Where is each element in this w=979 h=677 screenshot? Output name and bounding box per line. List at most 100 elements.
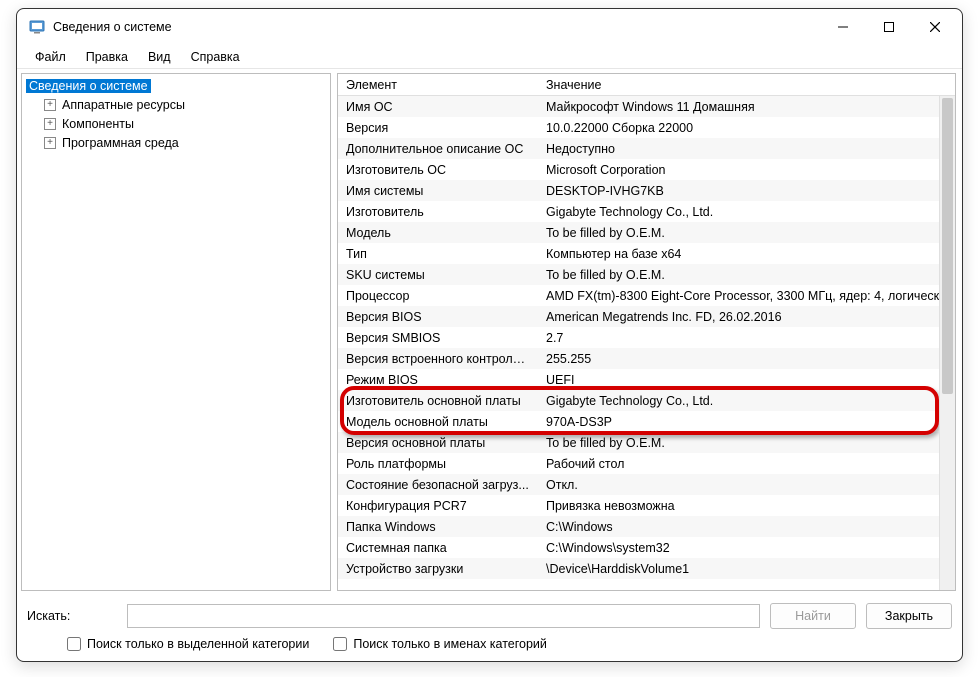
cell-value: Откл. [538,478,955,492]
menu-file[interactable]: Файл [25,48,76,66]
list-row[interactable]: Версия встроенного контролл...255.255 [338,348,955,369]
checkbox-selected-category-input[interactable] [67,637,81,651]
cell-value: UEFI [538,373,955,387]
cell-element: Системная папка [338,541,538,555]
menubar: Файл Правка Вид Справка [17,45,962,69]
plus-icon[interactable]: + [44,99,56,111]
list-row[interactable]: Роль платформыРабочий стол [338,453,955,474]
list-row[interactable]: Версия10.0.22000 Сборка 22000 [338,117,955,138]
find-button[interactable]: Найти [770,603,856,629]
list-row[interactable]: Имя ОСМайкрософт Windows 11 Домашняя [338,96,955,117]
menu-edit[interactable]: Правка [76,48,138,66]
list-row[interactable]: ПроцессорAMD FX(tm)-8300 Eight-Core Proc… [338,285,955,306]
list-row[interactable]: Модель основной платы970A-DS3P [338,411,955,432]
cell-value: Привязка невозможна [538,499,955,513]
titlebar[interactable]: Сведения о системе [17,9,962,45]
cell-element: Изготовитель ОС [338,163,538,177]
cell-element: Версия основной платы [338,436,538,450]
list-row[interactable]: Состояние безопасной загруз...Откл. [338,474,955,495]
cell-element: Версия встроенного контролл... [338,352,538,366]
list-row[interactable]: Изготовитель основной платыGigabyte Tech… [338,390,955,411]
cell-element: Процессор [338,289,538,303]
checkbox-names-only-input[interactable] [333,637,347,651]
search-input[interactable] [127,604,760,628]
tree-node[interactable]: + Программная среда [22,133,330,152]
app-window: Сведения о системе Файл Правка Вид Справ… [16,8,963,662]
cell-element: Имя ОС [338,100,538,114]
column-value[interactable]: Значение [538,74,955,95]
list-row[interactable]: Папка WindowsC:\Windows [338,516,955,537]
list-row[interactable]: Версия SMBIOS2.7 [338,327,955,348]
cell-value: Недоступно [538,142,955,156]
list-row[interactable]: SKU системыTo be filled by O.E.M. [338,264,955,285]
checkbox-selected-category[interactable]: Поиск только в выделенной категории [67,637,309,651]
close-search-button[interactable]: Закрыть [866,603,952,629]
tree-root-label: Сведения о системе [26,79,151,93]
cell-element: Изготовитель [338,205,538,219]
list-row[interactable]: ИзготовительGigabyte Technology Co., Ltd… [338,201,955,222]
column-element[interactable]: Элемент [338,74,538,95]
cell-element: Версия SMBIOS [338,331,538,345]
cell-value: AMD FX(tm)-8300 Eight-Core Processor, 33… [538,289,955,303]
list-row[interactable]: Изготовитель ОСMicrosoft Corporation [338,159,955,180]
cell-value: Компьютер на базе x64 [538,247,955,261]
close-button[interactable] [912,11,958,43]
footer: Искать: Найти Закрыть Поиск только в выд… [17,595,962,661]
list-row[interactable]: Версия BIOSAmerican Megatrends Inc. FD, … [338,306,955,327]
scrollbar-thumb[interactable] [942,98,953,394]
plus-icon[interactable]: + [44,118,56,130]
window-title: Сведения о системе [53,20,172,34]
navigation-tree[interactable]: Сведения о системе + Аппаратные ресурсы +К… [21,73,331,591]
cell-value: Майкрософт Windows 11 Домашняя [538,100,955,114]
list-row[interactable]: Конфигурация PCR7Привязка невозможна [338,495,955,516]
cell-value: To be filled by O.E.M. [538,226,955,240]
list-row[interactable]: Имя системыDESKTOP-IVHG7KB [338,180,955,201]
list-row[interactable]: Дополнительное описание ОСНедоступно [338,138,955,159]
cell-value: To be filled by O.E.M. [538,436,955,450]
list-row[interactable]: Режим BIOSUEFI [338,369,955,390]
search-label: Искать: [27,609,117,623]
cell-element: Конфигурация PCR7 [338,499,538,513]
cell-value: American Megatrends Inc. FD, 26.02.2016 [538,310,955,324]
cell-value: 2.7 [538,331,955,345]
list-row[interactable]: МодельTo be filled by O.E.M. [338,222,955,243]
tree-node[interactable]: + Аппаратные ресурсы [22,95,330,114]
list-body[interactable]: Имя ОСМайкрософт Windows 11 ДомашняяВерс… [338,96,955,590]
cell-value: 970A-DS3P [538,415,955,429]
cell-value: DESKTOP-IVHG7KB [538,184,955,198]
list-row[interactable]: Системная папкаC:\Windows\system32 [338,537,955,558]
content-area: Сведения о системе +Аппаратные ресурсы+К… [17,69,962,595]
list-row[interactable]: ТипКомпьютер на базе x64 [338,243,955,264]
cell-value: Gigabyte Technology Co., Ltd. [538,205,955,219]
cell-element: Версия BIOS [338,310,538,324]
details-list: Элемент Значение Имя ОСМайкрософт Window… [337,73,956,591]
tree-node[interactable]: +Компоненты [22,114,330,133]
cell-element: Состояние безопасной загруз... [338,478,538,492]
cell-value: To be filled by O.E.M. [538,268,955,282]
menu-view[interactable]: Вид [138,48,181,66]
cell-value: 10.0.22000 Сборка 22000 [538,121,955,135]
cell-element: Режим BIOS [338,373,538,387]
tree-root[interactable]: Сведения о системе [22,76,330,95]
checkbox-names-only-label: Поиск только в именах категорий [353,637,547,651]
cell-element: Роль платформы [338,457,538,471]
cell-value: 255.255 [538,352,955,366]
cell-value: Gigabyte Technology Co., Ltd. [538,394,955,408]
vertical-scrollbar[interactable] [939,96,955,590]
tree-node-label: Программная среда [62,136,179,150]
cell-element: Модель основной платы [338,415,538,429]
list-row[interactable]: Устройство загрузки\Device\HarddiskVolum… [338,558,955,579]
menu-help[interactable]: Справка [181,48,250,66]
cell-element: Папка Windows [338,520,538,534]
cell-element: SKU системы [338,268,538,282]
minimize-button[interactable] [820,11,866,43]
checkbox-names-only[interactable]: Поиск только в именах категорий [333,637,547,651]
plus-icon[interactable]: + [44,137,56,149]
cell-element: Тип [338,247,538,261]
tree-node-label: Аппаратные ресурсы [62,98,185,112]
cell-element: Имя системы [338,184,538,198]
cell-value: C:\Windows\system32 [538,541,955,555]
list-header[interactable]: Элемент Значение [338,74,955,96]
list-row[interactable]: Версия основной платыTo be filled by O.E… [338,432,955,453]
maximize-button[interactable] [866,11,912,43]
